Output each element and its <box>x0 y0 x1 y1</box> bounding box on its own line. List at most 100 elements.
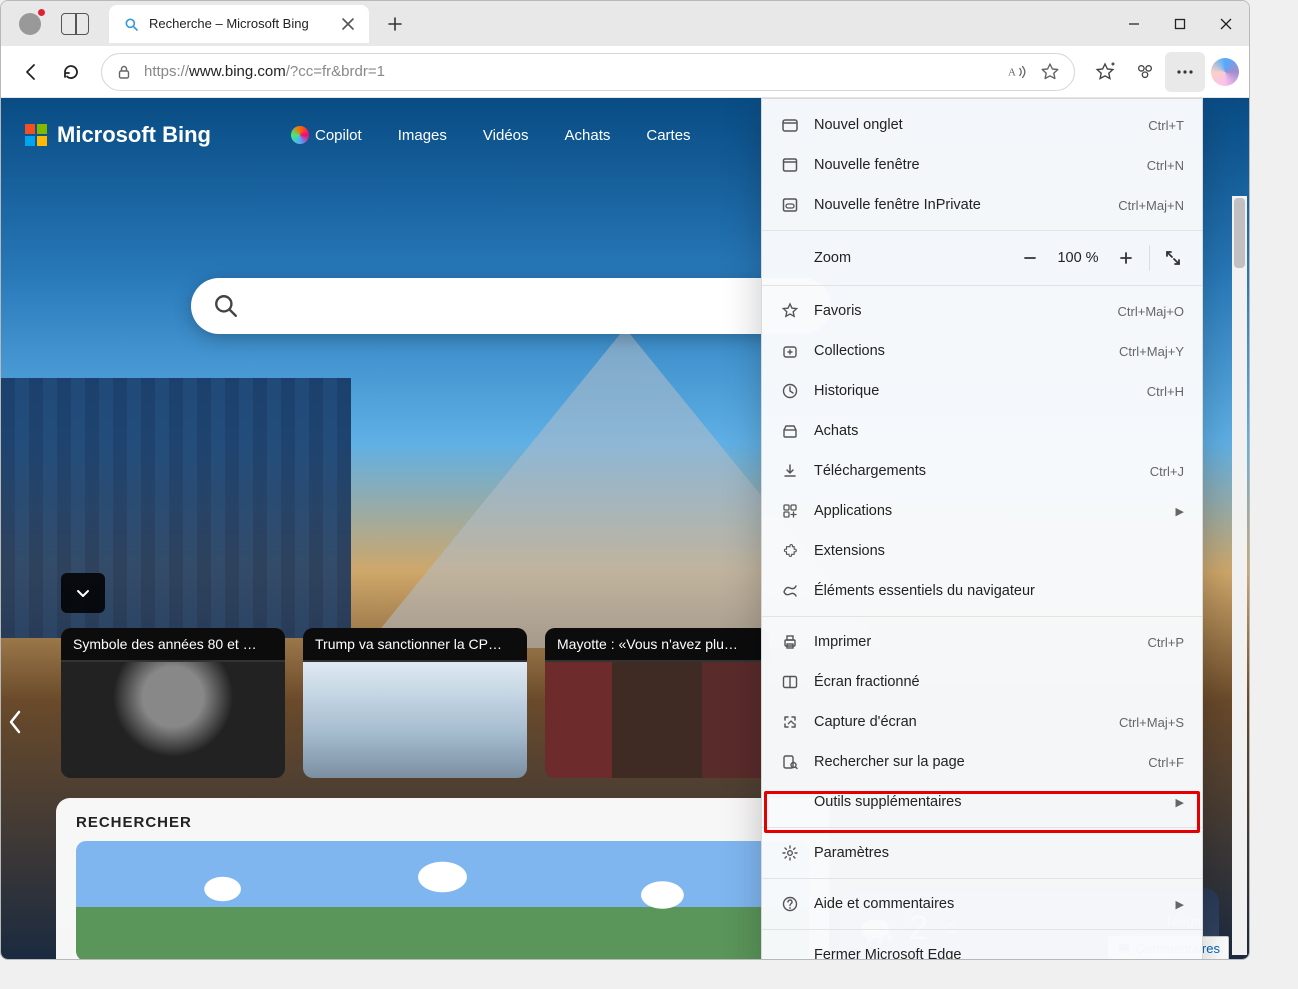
menu-shortcut: Ctrl+Maj+Y <box>1119 344 1184 359</box>
collections-icon <box>778 342 802 360</box>
menu-history[interactable]: Historique Ctrl+H <box>762 371 1202 411</box>
settings-menu-button[interactable] <box>1165 52 1205 92</box>
menu-shopping[interactable]: Achats <box>762 411 1202 451</box>
rechercher-image[interactable] <box>76 841 809 959</box>
news-card[interactable]: Trump va sanctionner la CP… <box>303 628 527 778</box>
nav-videos[interactable]: Vidéos <box>483 126 529 144</box>
bing-favicon <box>123 16 139 32</box>
minimize-button[interactable] <box>1111 8 1157 40</box>
favorite-icon[interactable] <box>1040 62 1060 82</box>
menu-label: Imprimer <box>814 634 871 650</box>
menu-essentials[interactable]: Éléments essentiels du navigateur <box>762 571 1202 611</box>
downloads-icon <box>778 462 802 480</box>
menu-label: Extensions <box>814 543 885 559</box>
nav-copilot[interactable]: Copilot <box>291 126 362 144</box>
print-icon <box>778 633 802 651</box>
settings-menu: Nouvel onglet Ctrl+T Nouvelle fenêtre Ct… <box>761 98 1203 959</box>
news-carousel: Symbole des années 80 et … Trump va sanc… <box>61 628 769 778</box>
help-icon <box>778 895 802 913</box>
rechercher-panel: RECHERCHER <box>56 798 829 959</box>
menu-separator <box>762 285 1202 286</box>
menu-new-window[interactable]: Nouvelle fenêtre Ctrl+N <box>762 145 1202 185</box>
menu-find[interactable]: Rechercher sur la page Ctrl+F <box>762 742 1202 782</box>
menu-label: Rechercher sur la page <box>814 754 965 770</box>
expand-news-button[interactable] <box>61 573 105 613</box>
menu-label: Nouvel onglet <box>814 117 903 133</box>
profile-icon[interactable] <box>19 13 41 35</box>
vertical-scrollbar[interactable] <box>1232 196 1247 955</box>
refresh-button[interactable] <box>51 52 91 92</box>
microsoft-logo-icon <box>25 124 47 146</box>
menu-favorites[interactable]: Favoris Ctrl+Maj+O <box>762 291 1202 331</box>
bing-logo[interactable]: Microsoft Bing <box>25 122 211 148</box>
zoom-out-button[interactable] <box>1013 241 1047 275</box>
menu-label: Favoris <box>814 303 862 319</box>
zoom-in-button[interactable] <box>1109 241 1143 275</box>
menu-shortcut: Ctrl+P <box>1148 635 1184 650</box>
favorites-button[interactable] <box>1085 52 1125 92</box>
news-card[interactable]: Mayotte : «Vous n'avez plu… <box>545 628 769 778</box>
menu-settings[interactable]: Paramètres <box>762 833 1202 873</box>
menu-collections[interactable]: Collections Ctrl+Maj+Y <box>762 331 1202 371</box>
news-title: Mayotte : «Vous n'avez plu… <box>545 628 769 660</box>
bing-search-input[interactable] <box>191 278 831 334</box>
menu-new-tab[interactable]: Nouvel onglet Ctrl+T <box>762 105 1202 145</box>
fullscreen-button[interactable] <box>1156 249 1190 267</box>
menu-separator <box>762 616 1202 617</box>
close-window-button[interactable] <box>1203 8 1249 40</box>
news-thumb <box>303 662 527 778</box>
news-title: Symbole des années 80 et … <box>61 628 285 660</box>
collections-button[interactable] <box>1125 52 1165 92</box>
nav-maps[interactable]: Cartes <box>646 126 690 144</box>
zoom-label: Zoom <box>814 250 851 266</box>
back-button[interactable] <box>11 52 51 92</box>
menu-downloads[interactable]: Téléchargements Ctrl+J <box>762 451 1202 491</box>
favorites-icon <box>778 302 802 320</box>
new-tab-icon <box>778 116 802 134</box>
extensions-icon <box>778 542 802 560</box>
scrollbar-thumb[interactable] <box>1234 198 1245 268</box>
submenu-arrow-icon: ▶ <box>1176 898 1184 911</box>
browser-tab[interactable]: Recherche – Microsoft Bing <box>109 5 369 43</box>
read-aloud-icon[interactable]: A <box>1008 63 1028 81</box>
menu-screenshot[interactable]: Capture d'écran Ctrl+Maj+S <box>762 702 1202 742</box>
gear-icon <box>778 844 802 862</box>
menu-close-edge[interactable]: Fermer Microsoft Edge <box>762 935 1202 959</box>
tab-actions-icon[interactable] <box>61 13 89 35</box>
nav-images[interactable]: Images <box>398 126 447 144</box>
apps-icon <box>778 502 802 520</box>
copilot-button[interactable] <box>1211 58 1239 86</box>
carousel-prev-button[interactable] <box>5 708 25 736</box>
new-tab-button[interactable] <box>381 10 409 38</box>
news-title: Trump va sanctionner la CP… <box>303 628 527 660</box>
menu-new-inprivate[interactable]: Nouvelle fenêtre InPrivate Ctrl+Maj+N <box>762 185 1202 225</box>
menu-shortcut: Ctrl+Maj+N <box>1118 198 1184 213</box>
address-bar[interactable]: https://www.bing.com/?cc=fr&brdr=1 A <box>101 53 1075 91</box>
menu-apps[interactable]: Applications ▶ <box>762 491 1202 531</box>
menu-help[interactable]: Aide et commentaires ▶ <box>762 884 1202 924</box>
search-icon <box>213 293 239 319</box>
split-icon <box>778 673 802 691</box>
nav-copilot-label: Copilot <box>315 127 362 144</box>
menu-label: Collections <box>814 343 885 359</box>
menu-zoom: Zoom 100 % <box>762 236 1202 280</box>
menu-label: Aide et commentaires <box>814 896 954 912</box>
maximize-button[interactable] <box>1157 8 1203 40</box>
highlight-annotation <box>764 791 1200 833</box>
menu-extensions[interactable]: Extensions <box>762 531 1202 571</box>
tab-title: Recherche – Microsoft Bing <box>149 16 309 31</box>
find-icon <box>778 753 802 771</box>
menu-label: Achats <box>814 423 858 439</box>
window-controls <box>1111 8 1249 40</box>
menu-label: Capture d'écran <box>814 714 917 730</box>
menu-shortcut: Ctrl+F <box>1148 755 1184 770</box>
nav-shopping[interactable]: Achats <box>565 126 611 144</box>
copilot-icon <box>291 126 309 144</box>
news-card[interactable]: Symbole des années 80 et … <box>61 628 285 778</box>
menu-shortcut: Ctrl+Maj+O <box>1118 304 1184 319</box>
close-tab-icon[interactable] <box>341 17 355 31</box>
menu-print[interactable]: Imprimer Ctrl+P <box>762 622 1202 662</box>
news-thumb <box>61 662 285 778</box>
menu-split-screen[interactable]: Écran fractionné <box>762 662 1202 702</box>
menu-shortcut: Ctrl+N <box>1147 158 1184 173</box>
